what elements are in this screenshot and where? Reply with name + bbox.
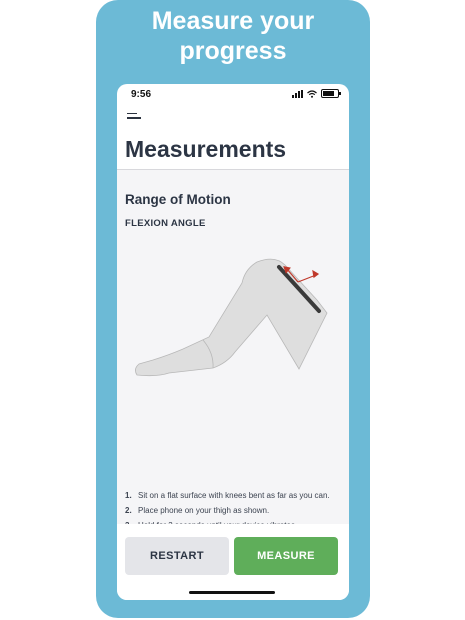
page-title: Measurements (125, 136, 287, 162)
section-subtitle: FLEXION ANGLE (125, 218, 206, 229)
wifi-icon (307, 89, 317, 98)
home-indicator[interactable] (189, 591, 275, 594)
instruction-step: 2. Place phone on your thigh as shown. (125, 506, 270, 515)
promo-title-line-1: Measure your (151, 7, 315, 35)
battery-icon (321, 89, 341, 98)
promo-title: Measure your progress (96, 6, 370, 66)
status-time: 9:56 (131, 89, 152, 100)
leg-illustration (135, 258, 328, 377)
action-bar: RESTART MEASURE (117, 524, 349, 600)
phone-screen: 9:56 Measurements Range of Motion FLEXIO… (117, 84, 349, 600)
status-icons (292, 89, 341, 98)
promo-title-line-2: progress (179, 37, 287, 65)
leg-shape (135, 258, 328, 377)
status-bar: 9:56 (117, 84, 349, 106)
menu-icon[interactable] (127, 113, 141, 125)
measurement-content: Range of Motion FLEXION ANGLE 1. Sit on … (117, 170, 349, 530)
section-title: Range of Motion (125, 192, 231, 207)
measure-button[interactable]: MEASURE (234, 537, 338, 575)
restart-button[interactable]: RESTART (125, 537, 229, 575)
signal-icon (292, 89, 303, 98)
instruction-step: 1. Sit on a flat surface with knees bent… (125, 491, 330, 500)
